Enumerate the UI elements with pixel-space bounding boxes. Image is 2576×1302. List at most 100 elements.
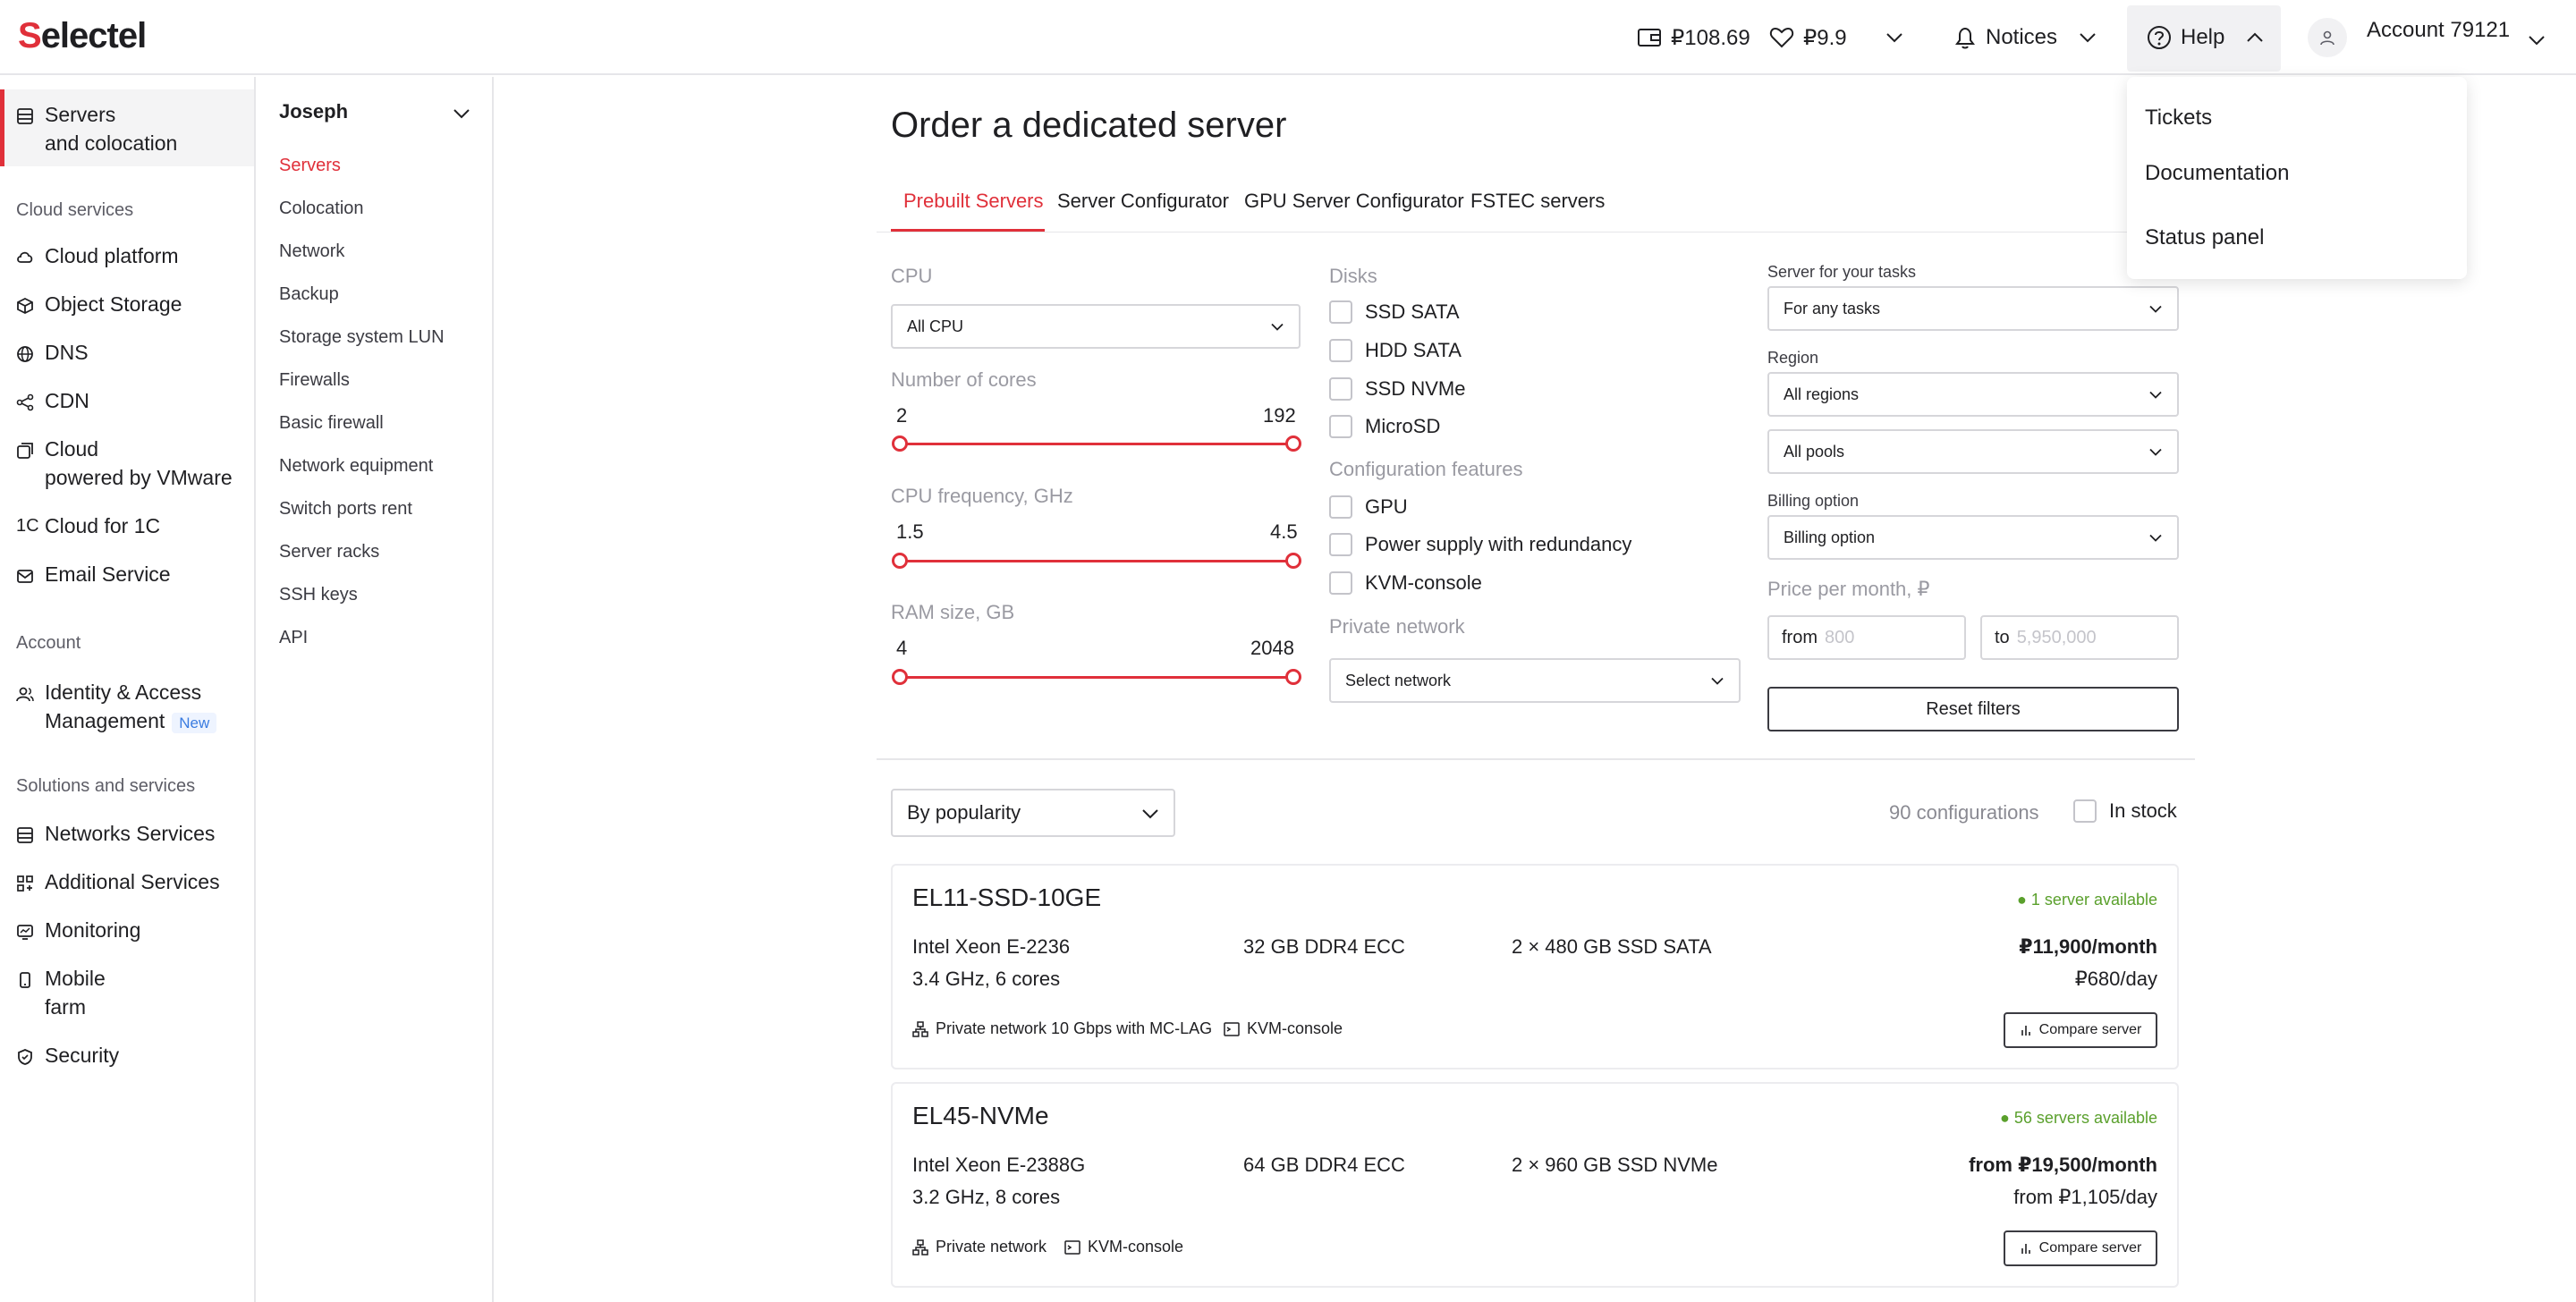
freq-range-track[interactable] (900, 560, 1293, 562)
server-name[interactable]: EL45-NVMe (912, 1102, 1049, 1130)
balance-widget[interactable]: ₽108.69 (1637, 21, 1750, 54)
sidebar-item-cloud-vmware[interactable]: Cloud powered by VMware (16, 435, 233, 492)
grid-plus-icon (16, 875, 34, 892)
bonus-widget[interactable]: ₽9.9 (1769, 21, 1847, 54)
subnav-item-server-racks[interactable]: Server racks (279, 542, 379, 562)
checkbox[interactable] (1329, 339, 1352, 362)
tab-fstec-servers[interactable]: FSTEC servers (1470, 190, 1605, 213)
chevron-down-icon (1141, 801, 1159, 824)
subnav-item-network-equipment[interactable]: Network equipment (279, 456, 433, 477)
freq-min-handle[interactable] (892, 553, 908, 569)
cores-range-track[interactable] (900, 443, 1293, 445)
sidebar-item-cdn[interactable]: CDN (16, 386, 89, 415)
1c-icon: 1C (16, 516, 39, 536)
subnav-item-firewalls[interactable]: Firewalls (279, 370, 350, 391)
compare-server-button[interactable]: Compare server (2004, 1012, 2157, 1048)
checkbox-hdd-sata[interactable]: HDD SATA (1329, 339, 1462, 362)
in-stock-filter[interactable]: In stock (2073, 799, 2177, 823)
subnav-item-ssh-keys[interactable]: SSH keys (279, 585, 358, 605)
price-from-field[interactable]: from 800 (1767, 615, 1966, 660)
account-label[interactable]: Account 79121 (2367, 18, 2510, 43)
project-dropdown-toggle[interactable] (453, 106, 470, 122)
subnav-item-api[interactable]: API (279, 628, 308, 648)
chevron-down-icon (1710, 672, 1724, 690)
sidebar-item-mobile-farm[interactable]: Mobile farm (16, 964, 106, 1021)
availability-status: ● 56 servers available (2000, 1109, 2157, 1127)
checkbox[interactable] (1329, 377, 1352, 401)
subnav-item-switch-ports[interactable]: Switch ports rent (279, 499, 412, 520)
sidebar-item-dns[interactable]: DNS (16, 338, 89, 367)
subnav-item-network[interactable]: Network (279, 241, 344, 262)
ram-min-handle[interactable] (892, 669, 908, 685)
cores-max-handle[interactable] (1285, 435, 1301, 452)
tab-gpu-configurator[interactable]: GPU Server Configurator (1244, 190, 1464, 213)
checkbox-power-redundancy[interactable]: Power supply with redundancy (1329, 533, 1631, 556)
sidebar-item-cloud-platform[interactable]: Cloud platform (16, 241, 179, 270)
checkbox-kvm-console[interactable]: KVM-console (1329, 571, 1482, 595)
subnav-item-basic-firewall[interactable]: Basic firewall (279, 413, 384, 434)
sidebar-item-networks-services[interactable]: Networks Services (16, 819, 215, 848)
help-item-tickets[interactable]: Tickets (2145, 106, 2212, 131)
cores-min-handle[interactable] (892, 435, 908, 452)
subnav-item-backup[interactable]: Backup (279, 284, 339, 305)
checkbox[interactable] (1329, 495, 1352, 519)
tasks-select-value: For any tasks (1784, 299, 1881, 317)
ram-max-handle[interactable] (1285, 669, 1301, 685)
sidebar-label: Networks Services (45, 822, 216, 845)
balance-dropdown-toggle[interactable] (1885, 21, 1903, 54)
subnav-item-colocation[interactable]: Colocation (279, 199, 364, 219)
private-network-select[interactable]: Select network (1329, 658, 1741, 703)
chevron-down-icon (453, 108, 470, 119)
server-card[interactable]: EL45-NVMe ● 56 servers available Intel X… (891, 1082, 2179, 1288)
pools-select[interactable]: All pools (1767, 429, 2179, 474)
tab-server-configurator[interactable]: Server Configurator (1057, 190, 1229, 213)
region-select[interactable]: All regions (1767, 372, 2179, 417)
checkbox[interactable] (1329, 415, 1352, 438)
ram-max-value: 2048 (1250, 637, 1294, 659)
notices-menu[interactable]: Notices (1953, 21, 2097, 54)
ram-range-track[interactable] (900, 676, 1293, 679)
checkbox[interactable] (2073, 799, 2097, 823)
help-item-documentation[interactable]: Documentation (2145, 161, 2289, 186)
pools-select-value: All pools (1784, 442, 1845, 461)
account-dropdown-toggle[interactable] (2528, 32, 2546, 48)
subnav-item-storage-lun[interactable]: Storage system LUN (279, 327, 445, 348)
checkbox-label: SSD NVMe (1365, 377, 1466, 400)
sort-select[interactable]: By popularity (891, 789, 1175, 837)
sidebar-item-email-service[interactable]: Email Service (16, 560, 171, 588)
sidebar-item-cloud-1c[interactable]: 1C Cloud for 1C (16, 512, 160, 540)
mail-icon (16, 567, 34, 585)
checkbox-microsd[interactable]: MicroSD (1329, 415, 1440, 438)
compare-server-button[interactable]: Compare server (2004, 1230, 2157, 1266)
checkbox-ssd-nvme[interactable]: SSD NVMe (1329, 377, 1465, 401)
tab-prebuilt-servers[interactable]: Prebuilt Servers (903, 190, 1044, 213)
price-to-field[interactable]: to 5,950,000 (1980, 615, 2179, 660)
sidebar-item-servers-label[interactable]: Servers and colocation (16, 100, 177, 157)
tasks-select[interactable]: For any tasks (1767, 286, 2179, 331)
sidebar-label: Cloud powered by VMware (45, 435, 233, 492)
checkbox[interactable] (1329, 300, 1352, 324)
checkbox-ssd-sata[interactable]: SSD SATA (1329, 300, 1460, 324)
share-icon (16, 393, 34, 411)
selectel-logo[interactable]: Selectel (18, 16, 147, 56)
billing-select[interactable]: Billing option (1767, 515, 2179, 560)
help-button[interactable]: Help (2147, 21, 2264, 54)
checkbox[interactable] (1329, 533, 1352, 556)
sidebar-item-additional-services[interactable]: Additional Services (16, 867, 220, 896)
checkbox[interactable] (1329, 571, 1352, 595)
sidebar-item-monitoring[interactable]: Monitoring (16, 916, 140, 944)
server-name[interactable]: EL11-SSD-10GE (912, 884, 1101, 912)
question-circle-icon (2147, 25, 2172, 50)
sidebar-item-iam[interactable]: Identity & Access Management New (16, 678, 217, 738)
server-card[interactable]: EL11-SSD-10GE ● 1 server available Intel… (891, 864, 2179, 1070)
subnav-item-servers[interactable]: Servers (279, 156, 341, 176)
cpu-select[interactable]: All CPU (891, 304, 1301, 349)
reset-filters-button[interactable]: Reset filters (1767, 687, 2179, 731)
help-item-status-panel[interactable]: Status panel (2145, 225, 2264, 250)
sidebar-item-object-storage[interactable]: Object Storage (16, 290, 182, 318)
checkbox-gpu[interactable]: GPU (1329, 495, 1408, 519)
project-selector[interactable]: Joseph (279, 100, 348, 123)
avatar[interactable] (2308, 18, 2347, 57)
sidebar-item-security[interactable]: Security (16, 1041, 119, 1070)
freq-max-handle[interactable] (1285, 553, 1301, 569)
